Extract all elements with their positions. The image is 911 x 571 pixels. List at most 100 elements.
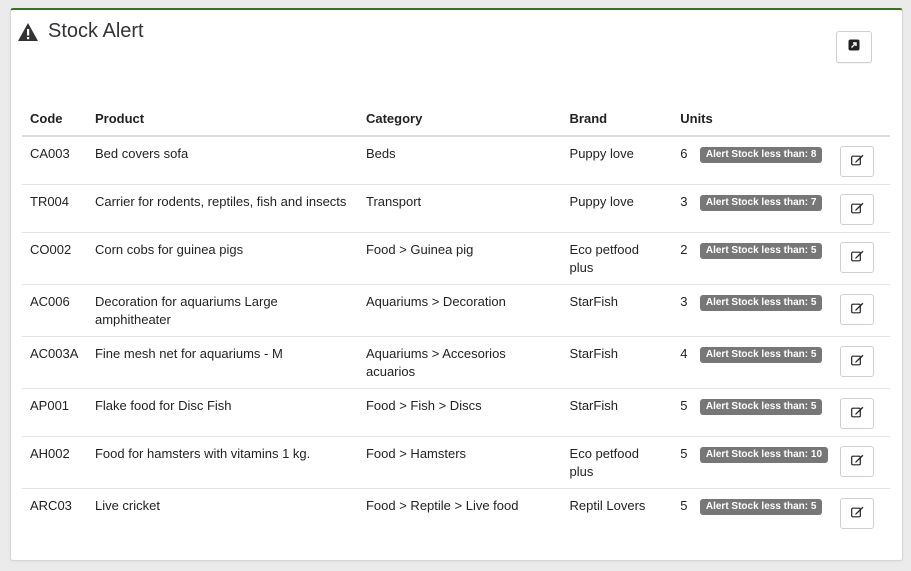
table-row: CO002 Corn cobs for guinea pigs Food > G… xyxy=(22,232,890,285)
cell-product: Fine mesh net for aquariums - M xyxy=(86,336,358,389)
column-header-code: Code xyxy=(22,100,87,137)
cell-category: Food > Fish > Discs xyxy=(357,388,562,437)
cell-brand: StarFish xyxy=(561,284,673,337)
edit-icon xyxy=(850,505,864,523)
table-row: TR004 Carrier for rodents, reptiles, fis… xyxy=(22,184,890,233)
cell-brand: Reptil Lovers xyxy=(561,488,673,536)
cell-category: Food > Guinea pig xyxy=(357,232,562,285)
units-value: 5 xyxy=(680,398,688,413)
cell-code: ARC03 xyxy=(22,488,87,536)
cell-brand: StarFish xyxy=(561,336,673,389)
column-header-actions xyxy=(836,100,890,137)
edit-button[interactable] xyxy=(840,446,875,477)
table-row: ARC03 Live cricket Food > Reptile > Live… xyxy=(22,488,890,536)
cell-units: 3 Alert Stock less than: 5 xyxy=(672,284,837,337)
cell-product: Live cricket xyxy=(86,488,358,536)
units-value: 4 xyxy=(680,346,688,361)
cell-category: Aquariums > Decoration xyxy=(357,284,562,337)
cell-actions xyxy=(836,488,890,536)
edit-icon xyxy=(850,405,864,423)
edit-button[interactable] xyxy=(840,294,875,325)
units-value: 5 xyxy=(680,446,688,461)
cell-code: AC003A xyxy=(22,336,87,389)
panel-title: Stock Alert xyxy=(48,20,144,42)
cell-code: CO002 xyxy=(22,232,87,285)
cell-product: Corn cobs for guinea pigs xyxy=(86,232,358,285)
cell-brand: StarFish xyxy=(561,388,673,437)
cell-product: Flake food for Disc Fish xyxy=(86,388,358,437)
table-row: CA003 Bed covers sofa Beds Puppy love 6 … xyxy=(22,136,890,185)
edit-button[interactable] xyxy=(840,242,875,273)
units-value: 6 xyxy=(680,146,688,161)
table-row: AC003A Fine mesh net for aquariums - M A… xyxy=(22,336,890,389)
cell-product: Decoration for aquariums Large amphithea… xyxy=(86,284,358,337)
alert-badge: Alert Stock less than: 5 xyxy=(699,243,823,259)
cell-brand: Eco petfood plus xyxy=(561,232,673,285)
units-value: 2 xyxy=(680,242,688,257)
cell-actions xyxy=(836,284,890,337)
cell-code: AP001 xyxy=(22,388,87,437)
cell-units: 5 Alert Stock less than: 5 xyxy=(672,488,837,536)
column-header-units: Units xyxy=(672,100,837,137)
cell-category: Food > Reptile > Live food xyxy=(357,488,562,536)
table-row: AP001 Flake food for Disc Fish Food > Fi… xyxy=(22,388,890,437)
table-row: AH002 Food for hamsters with vitamins 1 … xyxy=(22,436,890,489)
cell-code: TR004 xyxy=(22,184,87,233)
column-header-category: Category xyxy=(357,100,562,137)
cell-actions xyxy=(836,388,890,437)
cell-units: 4 Alert Stock less than: 5 xyxy=(672,336,837,389)
alert-badge: Alert Stock less than: 5 xyxy=(699,499,823,515)
edit-button[interactable] xyxy=(840,498,875,529)
cell-category: Aquariums > Accesorios acuarios xyxy=(357,336,562,389)
edit-icon xyxy=(850,353,864,371)
cell-units: 2 Alert Stock less than: 5 xyxy=(672,232,837,285)
edit-button[interactable] xyxy=(840,146,875,177)
cell-actions xyxy=(836,136,890,185)
alert-badge: Alert Stock less than: 5 xyxy=(699,347,823,363)
external-link-icon xyxy=(848,38,860,56)
cell-actions xyxy=(836,184,890,233)
alert-badge: Alert Stock less than: 7 xyxy=(699,195,823,211)
cell-actions xyxy=(836,232,890,285)
cell-product: Carrier for rodents, reptiles, fish and … xyxy=(86,184,358,233)
edit-icon xyxy=(850,249,864,267)
cell-code: CA003 xyxy=(30,146,70,161)
table-row: AC006 Decoration for aquariums Large amp… xyxy=(22,284,890,337)
cell-units: 3 Alert Stock less than: 7 xyxy=(672,184,837,233)
cell-category: Beds xyxy=(365,146,396,161)
alert-badge: Alert Stock less than: 5 xyxy=(699,399,823,415)
stock-alert-panel: Stock Alert Code Product Category Brand … xyxy=(10,8,903,561)
table-header-row: Code Product Category Brand Units xyxy=(22,100,890,137)
cell-actions xyxy=(836,336,890,389)
edit-icon xyxy=(850,201,864,219)
units-value: 3 xyxy=(680,194,688,209)
cell-product: Food for hamsters with vitamins 1 kg. xyxy=(86,436,358,489)
column-header-brand: Brand xyxy=(561,100,673,137)
alert-badge: Alert Stock less than: 5 xyxy=(699,295,823,311)
cell-brand: Puppy love xyxy=(561,184,673,233)
column-header-product: Product xyxy=(86,100,358,137)
cell-units: 5 Alert Stock less than: 5 xyxy=(672,388,837,437)
alert-badge: Alert Stock less than: 10 xyxy=(699,447,829,463)
cell-units: 5 Alert Stock less than: 10 xyxy=(672,436,837,489)
cell-category: Food > Hamsters xyxy=(357,436,562,489)
export-button[interactable] xyxy=(836,31,872,63)
edit-icon xyxy=(850,301,864,319)
cell-category: Transport xyxy=(357,184,562,233)
cell-brand: Puppy love xyxy=(569,146,634,161)
cell-code: AH002 xyxy=(22,436,87,489)
panel-header: Stock Alert xyxy=(17,20,144,43)
units-value: 5 xyxy=(680,498,688,513)
cell-units: 6 Alert Stock less than: 8 xyxy=(672,136,836,185)
cell-actions xyxy=(836,436,890,489)
cell-brand: Eco petfood plus xyxy=(561,436,673,489)
units-value: 3 xyxy=(680,294,688,309)
edit-button[interactable] xyxy=(840,346,875,377)
cell-product: Bed covers sofa xyxy=(94,146,189,161)
edit-button[interactable] xyxy=(840,398,875,429)
edit-icon xyxy=(850,453,864,471)
alert-badge: Alert Stock less than: 8 xyxy=(699,147,823,163)
edit-icon xyxy=(850,153,864,171)
cell-code: AC006 xyxy=(22,284,87,337)
edit-button[interactable] xyxy=(840,194,875,225)
